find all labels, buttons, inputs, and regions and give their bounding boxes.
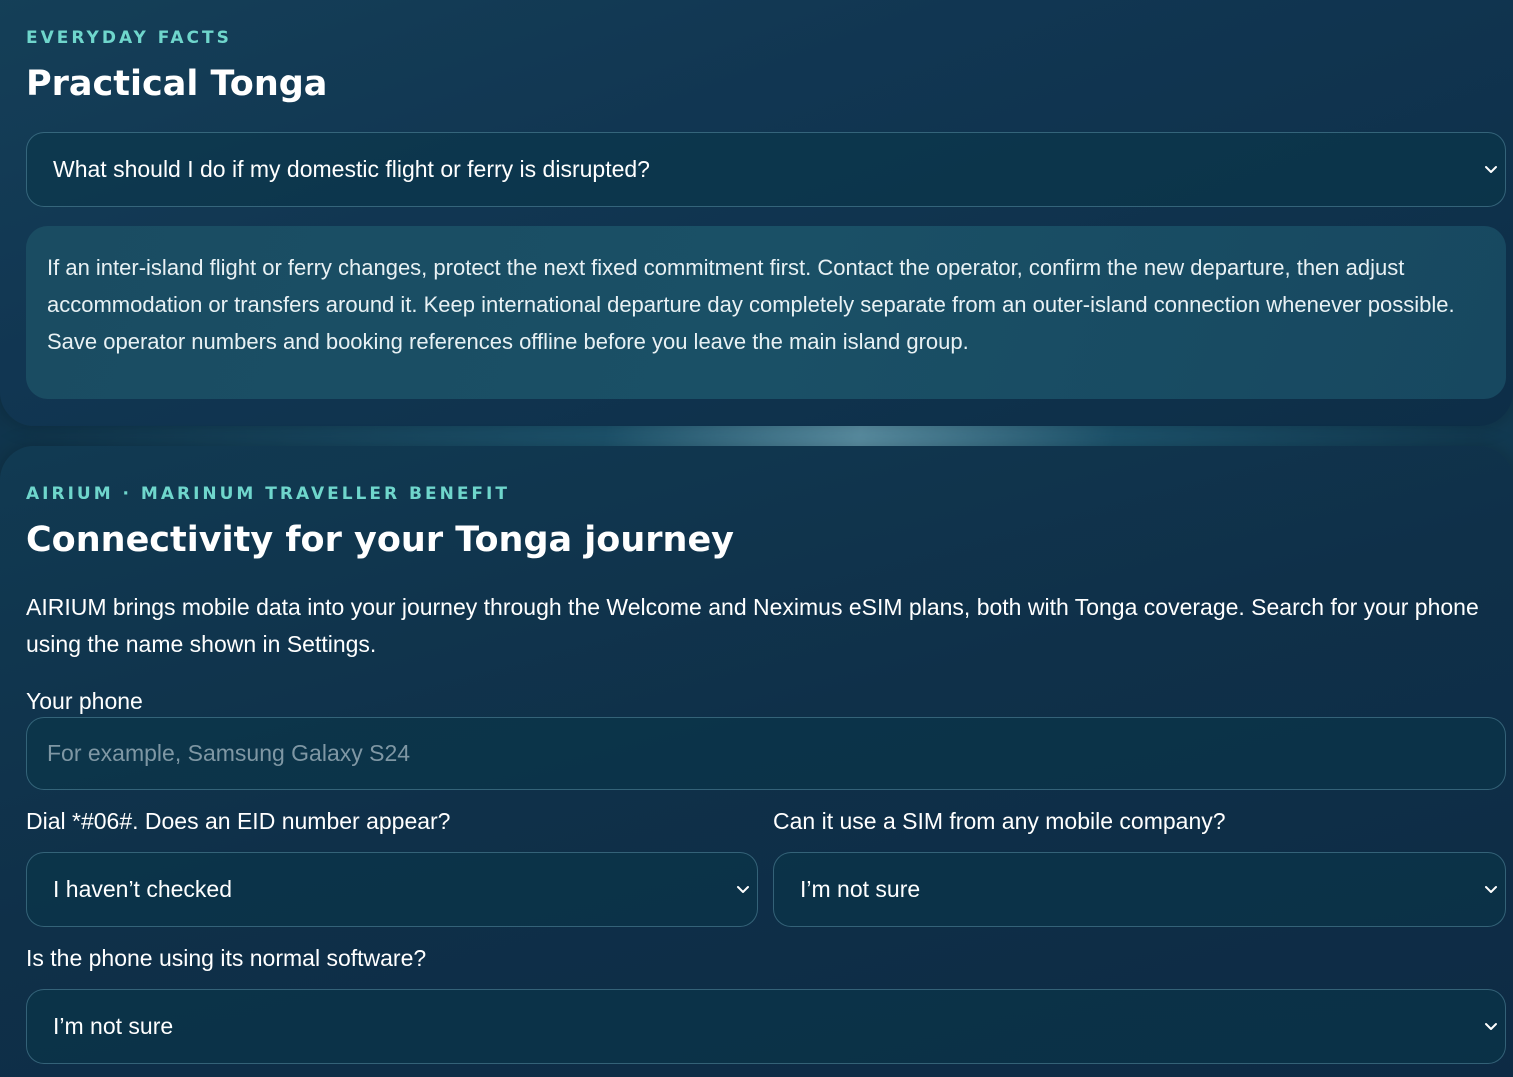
eid-select[interactable]: I haven’t checked xyxy=(26,852,758,927)
section-eyebrow: EVERYDAY FACTS xyxy=(26,28,232,48)
sim-unlock-select-value: I’m not sure xyxy=(800,876,921,902)
chevron-down-icon xyxy=(737,885,749,893)
software-label: Is the phone using its normal software? xyxy=(26,945,427,971)
phone-search-input[interactable] xyxy=(26,717,1506,790)
sim-unlock-label: Can it use a SIM from any mobile company… xyxy=(773,808,1226,834)
faq-answer-panel: If an inter-island flight or ferry chang… xyxy=(26,226,1506,399)
section-title: Practical Tonga xyxy=(26,64,328,104)
eid-label: Dial *#06#. Does an EID number appear? xyxy=(26,808,451,834)
faq-answer-text: If an inter-island flight or ferry chang… xyxy=(47,255,1455,354)
software-select-value: I’m not sure xyxy=(53,1013,174,1039)
connectivity-title: Connectivity for your Tonga journey xyxy=(26,520,734,560)
eid-select-value: I haven’t checked xyxy=(53,876,233,902)
connectivity-intro: AIRIUM brings mobile data into your jour… xyxy=(26,594,1479,657)
chevron-down-icon xyxy=(1485,1022,1497,1030)
faq-question-text: What should I do if my domestic flight o… xyxy=(53,156,650,182)
chevron-down-icon xyxy=(1485,885,1497,893)
faq-question-select[interactable]: What should I do if my domestic flight o… xyxy=(26,132,1506,207)
phone-label: Your phone xyxy=(26,688,143,714)
software-select[interactable]: I’m not sure xyxy=(26,989,1506,1064)
chevron-down-icon xyxy=(1485,165,1497,173)
sim-unlock-select[interactable]: I’m not sure xyxy=(773,852,1506,927)
benefit-eyebrow: AIRIUM · MARINUM TRAVELLER BENEFIT xyxy=(26,484,510,504)
everyday-facts-card: EVERYDAY FACTS Practical Tonga What shou… xyxy=(0,0,1513,426)
